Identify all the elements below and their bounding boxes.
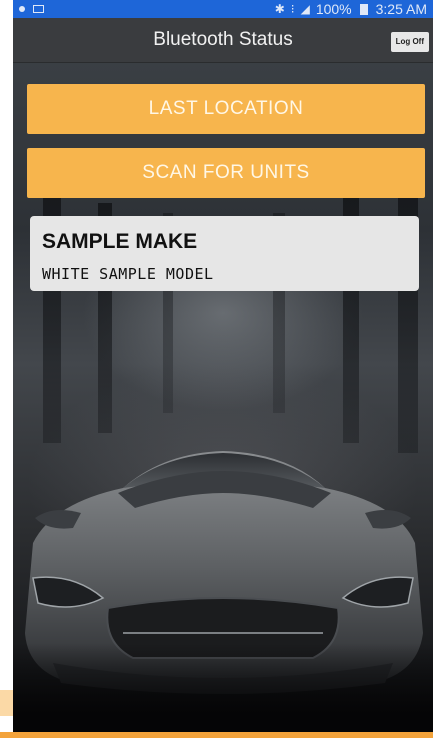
bluetooth-icon: ✱ <box>274 2 285 16</box>
vehicle-model: WHITE SAMPLE MODEL <box>42 265 214 283</box>
bottom-accent-strip <box>0 732 433 738</box>
image-icon <box>33 5 44 13</box>
notification-dot-icon <box>19 6 25 12</box>
logoff-button[interactable]: Log Off <box>390 32 429 52</box>
status-bar: ✱ ⁝ ◢ 100% 3:25 AM <box>13 0 433 18</box>
battery-percent: 100% <box>315 1 352 17</box>
battery-icon <box>359 3 368 15</box>
signal-icon: ◢ <box>300 2 310 16</box>
phone-display: ✱ ⁝ ◢ 100% 3:25 AM Bluetooth Status Log … <box>13 0 433 732</box>
status-bar-right: ✱ ⁝ ◢ 100% 3:25 AM <box>275 0 427 18</box>
vehicle-card[interactable]: SAMPLE MAKE WHITE SAMPLE MODEL <box>30 216 419 291</box>
main-content: LAST LOCATION SCAN FOR UNITS SAMPLE MAKE… <box>13 63 433 732</box>
last-location-button[interactable]: LAST LOCATION <box>27 84 425 134</box>
title-bar: Bluetooth Status Log Off <box>13 18 433 63</box>
clock: 3:25 AM <box>375 1 427 17</box>
status-bar-left <box>19 0 44 18</box>
screen: ✱ ⁝ ◢ 100% 3:25 AM Bluetooth Status Log … <box>0 0 433 738</box>
bottom-shadow <box>13 643 433 732</box>
scan-for-units-button[interactable]: SCAN FOR UNITS <box>27 148 425 198</box>
vehicle-make: SAMPLE MAKE <box>42 230 198 253</box>
page-title: Bluetooth Status <box>153 29 293 50</box>
vibrate-icon: ⁝ <box>290 2 295 16</box>
side-accent <box>0 690 13 716</box>
